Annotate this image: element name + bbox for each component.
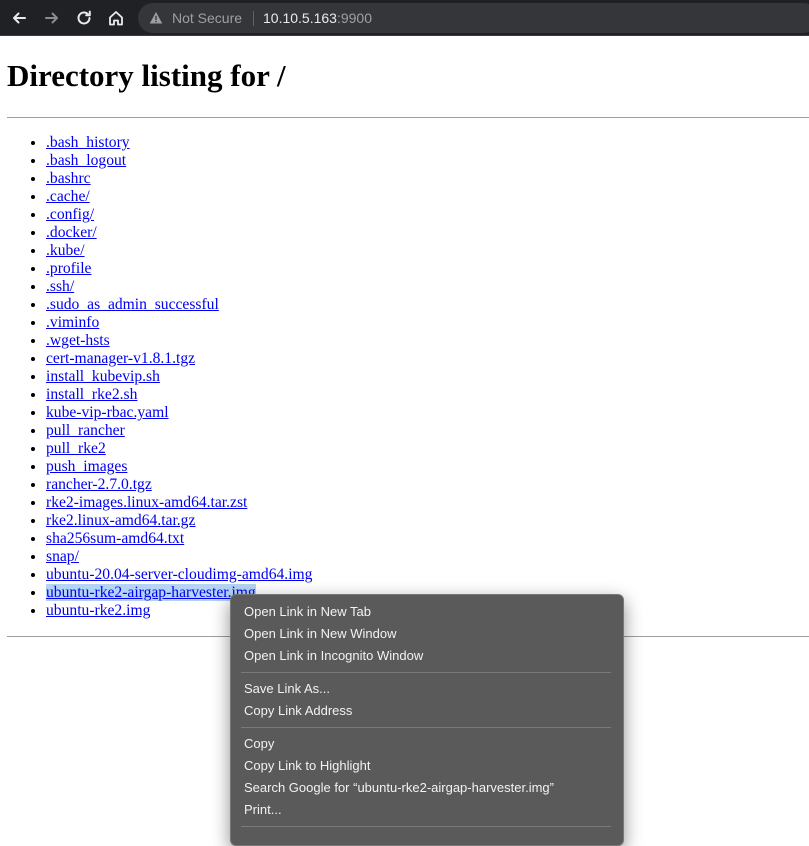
file-link[interactable]: push_images	[46, 458, 127, 475]
list-item: pull_rke2	[46, 440, 312, 458]
list-item: .kube/	[46, 242, 312, 260]
menu-open-new-tab[interactable]: Open Link in New Tab	[244, 601, 371, 623]
menu-save-link-as[interactable]: Save Link As...	[244, 678, 330, 700]
file-link[interactable]: .kube/	[46, 242, 85, 259]
file-link[interactable]: .bashrc	[46, 170, 91, 187]
menu-copy-link-address[interactable]: Copy Link Address	[244, 700, 352, 722]
file-link[interactable]: snap/	[46, 548, 79, 565]
omnibox-divider	[253, 11, 254, 26]
page-title: Directory listing for /	[7, 58, 286, 93]
file-link[interactable]: rancher-2.7.0.tgz	[46, 476, 152, 493]
list-item: snap/	[46, 548, 312, 566]
list-item: rancher-2.7.0.tgz	[46, 476, 312, 494]
menu-copy[interactable]: Copy	[244, 733, 274, 755]
security-status[interactable]: Not Secure	[172, 3, 242, 33]
context-menu: Open Link in New Tab Open Link in New Wi…	[230, 594, 624, 846]
file-link[interactable]: .wget-hsts	[46, 332, 110, 349]
file-link[interactable]: .bash_history	[46, 134, 130, 151]
list-item: .profile	[46, 260, 312, 278]
reload-icon	[77, 10, 91, 25]
menu-open-new-window[interactable]: Open Link in New Window	[244, 623, 396, 645]
file-link[interactable]: .config/	[46, 206, 94, 223]
menu-print[interactable]: Print...	[244, 799, 282, 821]
url-host: 10.10.5.163	[263, 10, 337, 26]
menu-copy-link-to-highlight[interactable]: Copy Link to Highlight	[244, 755, 370, 777]
file-link[interactable]: .viminfo	[46, 314, 99, 331]
list-item: rke2.linux-amd64.tar.gz	[46, 512, 312, 530]
back-button[interactable]	[7, 6, 31, 30]
list-item: .bash_history	[46, 134, 312, 152]
menu-open-incognito[interactable]: Open Link in Incognito Window	[244, 645, 423, 667]
url-text[interactable]: 10.10.5.163:9900	[263, 3, 372, 33]
file-link[interactable]: rke2.linux-amd64.tar.gz	[46, 512, 195, 529]
list-item: sha256sum-amd64.txt	[46, 530, 312, 548]
top-divider	[7, 117, 809, 118]
list-item: .bash_logout	[46, 152, 312, 170]
file-link[interactable]: kube-vip-rbac.yaml	[46, 404, 169, 421]
list-item: pull_rancher	[46, 422, 312, 440]
menu-separator	[241, 672, 611, 673]
list-item: .config/	[46, 206, 312, 224]
file-link[interactable]: .sudo_as_admin_successful	[46, 296, 219, 313]
list-item: .wget-hsts	[46, 332, 312, 350]
list-item: ubuntu-20.04-server-cloudimg-amd64.img	[46, 566, 312, 584]
url-port: :9900	[336, 10, 373, 26]
list-item: install_kubevip.sh	[46, 368, 312, 386]
list-item: push_images	[46, 458, 312, 476]
file-link[interactable]: sha256sum-amd64.txt	[46, 530, 184, 547]
browser-toolbar: Not Secure 10.10.5.163:9900	[0, 0, 809, 36]
menu-search-google[interactable]: Search Google for “ubuntu-rke2-airgap-ha…	[244, 777, 554, 799]
file-link[interactable]: .ssh/	[46, 278, 74, 295]
file-link[interactable]: ubuntu-20.04-server-cloudimg-amd64.img	[46, 566, 312, 583]
file-link[interactable]: ubuntu-rke2-airgap-harvester.img	[46, 584, 256, 601]
file-link[interactable]: pull_rke2	[46, 440, 106, 457]
list-item: cert-manager-v1.8.1.tgz	[46, 350, 312, 368]
file-link[interactable]: .profile	[46, 260, 91, 277]
file-link[interactable]: install_kubevip.sh	[46, 368, 160, 385]
list-item: install_rke2.sh	[46, 386, 312, 404]
file-link[interactable]: pull_rancher	[46, 422, 125, 439]
file-link[interactable]: rke2-images.linux-amd64.tar.zst	[46, 494, 247, 511]
file-link[interactable]: ubuntu-rke2.img	[46, 602, 150, 619]
menu-separator	[241, 826, 611, 827]
list-item: .viminfo	[46, 314, 312, 332]
address-bar[interactable]: Not Secure 10.10.5.163:9900	[138, 3, 809, 33]
file-link[interactable]: install_rke2.sh	[46, 386, 137, 403]
list-item: .ssh/	[46, 278, 312, 296]
list-item: rke2-images.linux-amd64.tar.zst	[46, 494, 312, 512]
list-item: .cache/	[46, 188, 312, 206]
file-link[interactable]: cert-manager-v1.8.1.tgz	[46, 350, 195, 367]
file-link[interactable]: .bash_logout	[46, 152, 126, 169]
file-list: .bash_history.bash_logout.bashrc.cache/.…	[0, 134, 312, 620]
home-icon	[109, 11, 123, 26]
warning-icon[interactable]	[149, 11, 163, 25]
forward-arrow-icon	[45, 12, 58, 24]
reload-button[interactable]	[72, 6, 96, 30]
list-item: .bashrc	[46, 170, 312, 188]
file-link[interactable]: .docker/	[46, 224, 97, 241]
list-item: kube-vip-rbac.yaml	[46, 404, 312, 422]
list-item: .sudo_as_admin_successful	[46, 296, 312, 314]
list-item: .docker/	[46, 224, 312, 242]
home-button[interactable]	[104, 6, 128, 30]
forward-button[interactable]	[40, 6, 64, 30]
menu-separator	[241, 727, 611, 728]
file-link[interactable]: .cache/	[46, 188, 90, 205]
back-arrow-icon	[13, 12, 26, 24]
